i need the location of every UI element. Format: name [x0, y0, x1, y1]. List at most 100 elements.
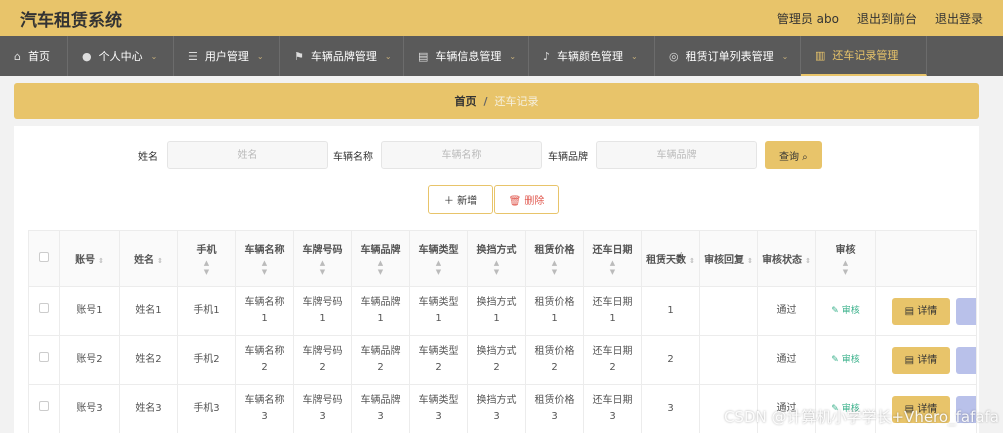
name-input[interactable]: [167, 141, 328, 169]
sort-icon[interactable]: ▲ ▼: [352, 259, 409, 277]
audit-link-label: 审核: [841, 355, 860, 365]
operations-cell: ▤ 详情: [875, 286, 977, 336]
nav-item-5[interactable]: ♪ 车辆颜色管理 ⌄: [529, 36, 655, 76]
edit-button[interactable]: [956, 346, 976, 374]
nav-item-label: 用户管理: [204, 50, 249, 63]
document-icon: ▤: [904, 354, 918, 366]
nav-item-7[interactable]: ▥ 还车记录管理: [801, 36, 927, 76]
car-name-input[interactable]: [381, 141, 542, 169]
nav-item-3[interactable]: ⚑ 车辆品牌管理 ⌄: [280, 36, 404, 76]
flag-icon: ⚑: [294, 49, 304, 63]
cell-gear: 换挡方式1: [467, 286, 526, 336]
content-panel: 姓名 车辆名称 车辆品牌 查询 ⌕ ＋ 新增 🗑 删除 账号⇕姓名⇕手机▲ ▼车…: [14, 126, 979, 433]
chevron-down-icon: ⌄: [781, 51, 789, 61]
chevron-down-icon: ⌄: [384, 51, 392, 61]
cell-days: 2: [641, 335, 700, 385]
sort-icon[interactable]: ▲ ▼: [236, 259, 293, 277]
breadcrumb-separator: /: [483, 94, 488, 108]
row-checkbox[interactable]: [39, 352, 49, 362]
detail-button[interactable]: ▤ 详情: [892, 297, 950, 325]
top-links: 管理员 abo 退出到前台 退出登录: [777, 10, 983, 27]
column-header[interactable]: 账号 ⇕: [59, 230, 120, 287]
cell-type: 车辆类型1: [409, 286, 468, 336]
sort-icon[interactable]: ▲ ▼: [468, 259, 525, 277]
sort-icon[interactable]: ⇕: [805, 257, 811, 265]
column-header[interactable]: 车辆类型 ▲ ▼: [409, 230, 468, 287]
bar-chart-icon: ▥: [815, 48, 826, 62]
column-header[interactable]: 车辆品牌 ▲ ▼: [351, 230, 410, 287]
audit-link[interactable]: ✎ 审核: [831, 306, 859, 316]
column-header[interactable]: 还车日期 ▲ ▼: [583, 230, 642, 287]
column-header[interactable]: 审核回复 ⇕: [699, 230, 758, 287]
column-header-label: 车牌号码: [302, 244, 343, 256]
edit-button[interactable]: [956, 297, 976, 325]
column-header[interactable]: 审核 ▲ ▼: [815, 230, 876, 287]
sort-icon[interactable]: ⇕: [98, 257, 104, 265]
document-icon: ▤: [904, 305, 918, 317]
sort-icon[interactable]: ▲ ▼: [816, 259, 875, 277]
row-checkbox[interactable]: [39, 303, 49, 313]
car-brand-input[interactable]: [596, 141, 757, 169]
nav-item-1[interactable]: ● 个人中心 ⌄: [68, 36, 174, 76]
action-buttons: ＋ 新增 🗑 删除: [428, 185, 559, 214]
column-header[interactable]: 租赁价格 ▲ ▼: [525, 230, 584, 287]
cell-status: 通过: [757, 286, 816, 336]
bell-icon: ♪: [543, 49, 551, 63]
delete-button[interactable]: 🗑 删除: [494, 185, 559, 214]
column-header-label: 姓名: [134, 255, 155, 266]
column-header[interactable]: 姓名 ⇕: [119, 230, 178, 287]
watermark: CSDN @计算机小学学长+Vhero_fafafa: [723, 408, 999, 426]
table-row: 账号2 姓名2 手机2 车辆名称2 车牌号码2 车辆品牌2 车辆类型2 换挡方式2 租赁价格2 还…: [28, 335, 977, 385]
sort-icon[interactable]: ▲ ▼: [178, 259, 235, 277]
nav-item-0[interactable]: ⌂ 首页: [0, 36, 68, 76]
nav-item-4[interactable]: ▤ 车辆信息管理 ⌄: [404, 36, 529, 76]
cell-days: 1: [641, 286, 700, 336]
sort-icon[interactable]: ⇕: [689, 257, 695, 265]
audit-link[interactable]: ✎ 审核: [831, 355, 859, 365]
nav-item-label: 车辆颜色管理: [557, 50, 624, 63]
cell-phone: 手机1: [177, 286, 236, 336]
logout-link[interactable]: 退出登录: [935, 10, 983, 27]
to-front-link[interactable]: 退出到前台: [857, 10, 917, 27]
edit-icon: ✎: [831, 355, 842, 365]
add-button[interactable]: ＋ 新增: [428, 185, 493, 214]
sort-icon[interactable]: ▲ ▼: [584, 259, 641, 277]
breadcrumb: 首页 / 还车记录: [14, 83, 979, 119]
cell-status: 通过: [757, 335, 816, 385]
column-header-label: 审核: [835, 244, 856, 256]
query-button[interactable]: 查询 ⌕: [765, 141, 822, 169]
column-header[interactable]: 手机 ▲ ▼: [177, 230, 236, 287]
column-header[interactable]: 审核状态 ⇕: [757, 230, 816, 287]
nav-item-2[interactable]: ☰ 用户管理 ⌄: [174, 36, 280, 76]
row-select-cell: [28, 335, 60, 385]
column-header[interactable]: 租赁天数 ⇕: [641, 230, 700, 287]
cell-reply: [699, 286, 758, 336]
chevron-down-icon: ⌄: [631, 51, 638, 61]
nav-item-label: 还车记录管理: [832, 49, 899, 62]
cell-phone: 手机3: [177, 384, 236, 433]
column-header[interactable]: 车牌号码 ▲ ▼: [293, 230, 352, 287]
cell-gear: 换挡方式3: [467, 384, 526, 433]
sort-icon[interactable]: ▲ ▼: [410, 259, 467, 277]
sort-icon[interactable]: ▲ ▼: [526, 259, 583, 277]
cell-account: 账号3: [59, 384, 120, 433]
row-select-cell: [28, 384, 60, 433]
search-form: 姓名 车辆名称 车辆品牌 查询 ⌕: [14, 141, 979, 169]
nav-item-6[interactable]: ◎ 租赁订单列表管理 ⌄: [655, 36, 801, 76]
sort-icon[interactable]: ▲ ▼: [294, 259, 351, 277]
column-header[interactable]: 换挡方式 ▲ ▼: [467, 230, 526, 287]
list-icon: ☰: [188, 49, 198, 63]
records-table: 账号 ⇕ 姓名 ⇕ 手机 ▲ ▼ 车辆名称 ▲ ▼ 车牌号码 ▲ ▼ 车辆品牌 ▲ ▼ 车辆类型 ▲ ▼ 换…: [28, 230, 977, 433]
breadcrumb-current: 还车记录: [494, 95, 539, 108]
breadcrumb-home[interactable]: 首页: [454, 93, 476, 109]
cell-car_name: 车辆名称3: [235, 384, 294, 433]
column-header[interactable]: 车辆名称 ▲ ▼: [235, 230, 294, 287]
column-header-label: 车辆名称: [244, 244, 285, 256]
cell-date: 还车日期1: [583, 286, 642, 336]
cell-date: 还车日期2: [583, 335, 642, 385]
select-all-checkbox[interactable]: [39, 252, 49, 262]
row-checkbox[interactable]: [39, 401, 49, 411]
sort-icon[interactable]: ⇕: [747, 257, 753, 265]
detail-button[interactable]: ▤ 详情: [892, 346, 950, 374]
sort-icon[interactable]: ⇕: [157, 257, 163, 265]
